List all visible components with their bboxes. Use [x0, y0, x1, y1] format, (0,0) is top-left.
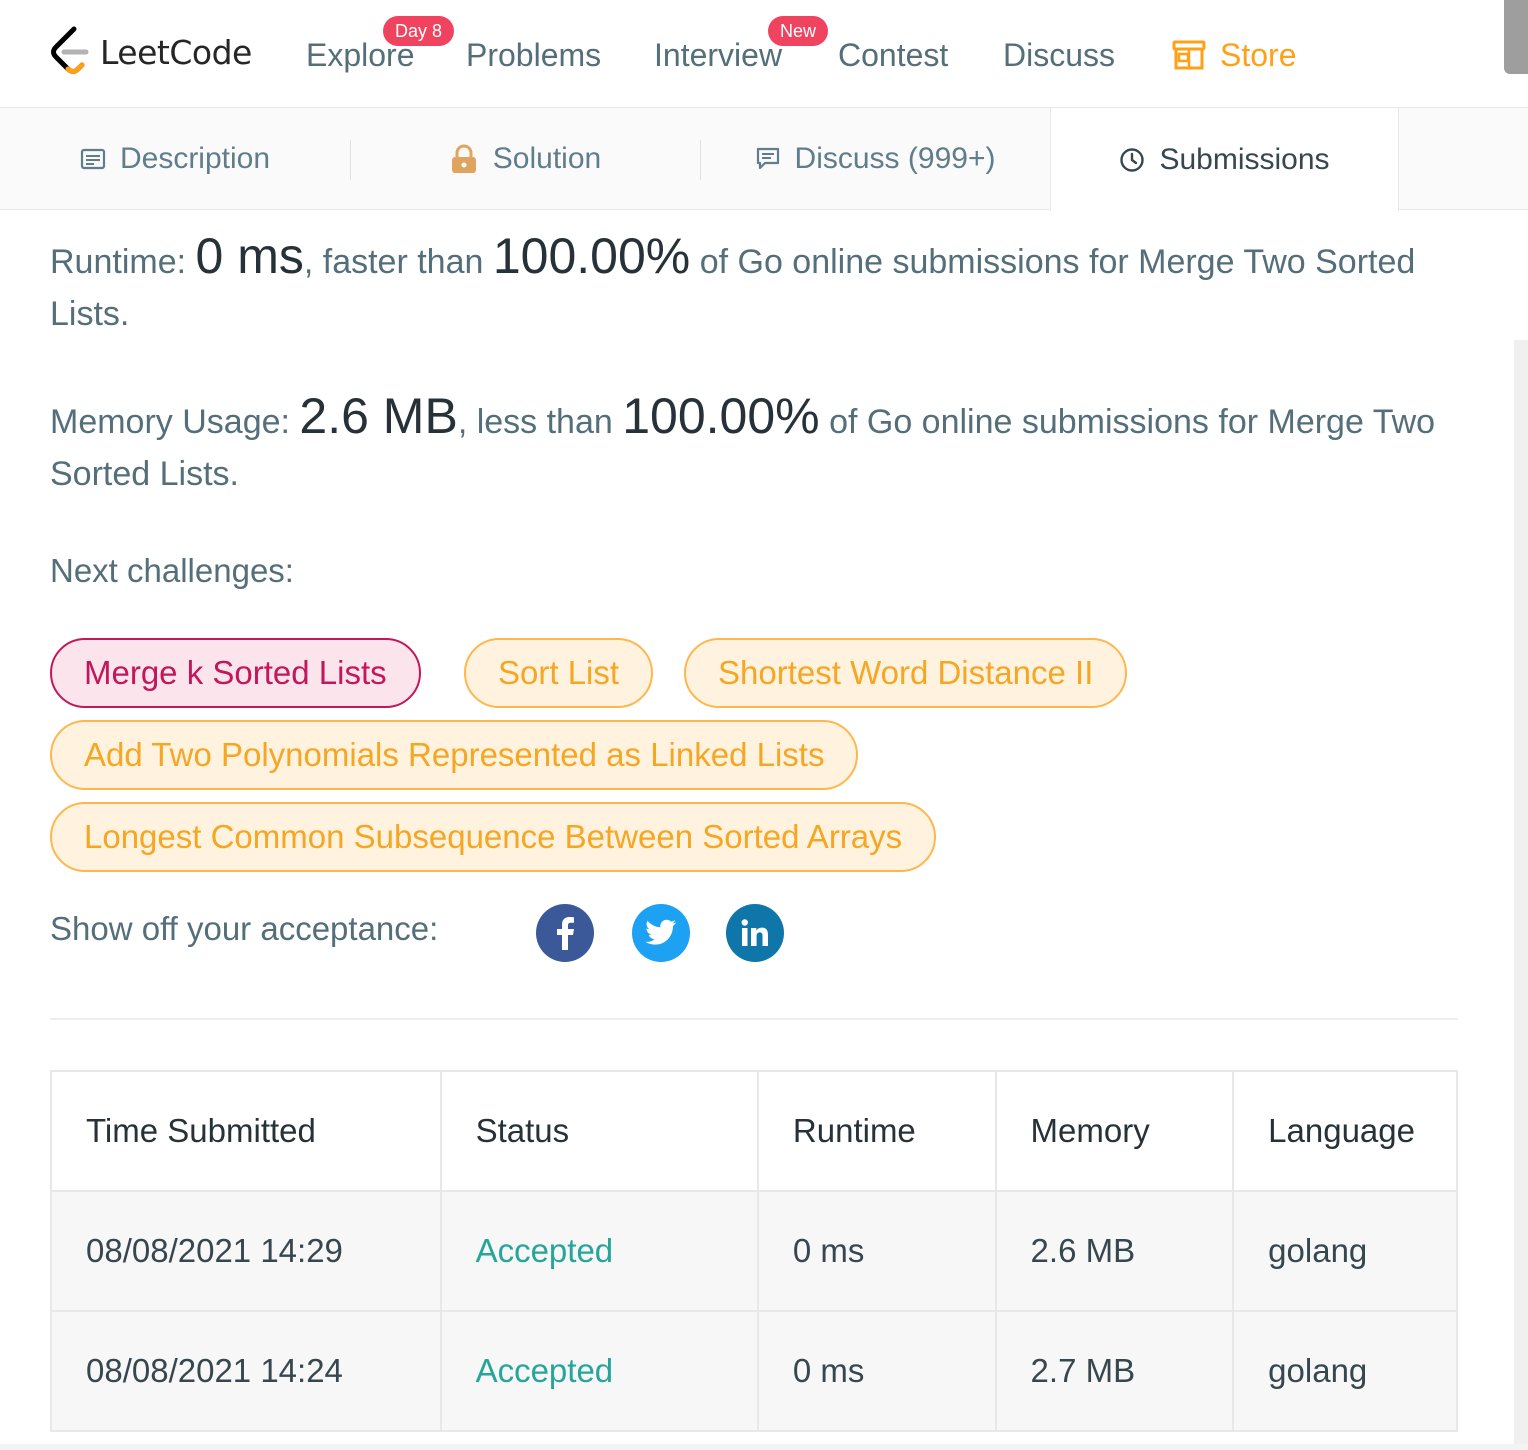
twitter-icon — [645, 919, 676, 945]
memory-mid: , less than — [457, 403, 623, 441]
twitter-share-button[interactable] — [632, 904, 690, 962]
tab-description[interactable]: Description — [0, 108, 350, 210]
challenge-chip[interactable]: Merge k Sorted Lists — [50, 638, 421, 708]
tab-description-label: Description — [119, 142, 271, 175]
cell-runtime: 0 ms — [756, 1310, 997, 1432]
cell-language: golang — [1232, 1310, 1458, 1432]
section-divider — [50, 1018, 1458, 1020]
next-challenges-label: Next challenges: — [50, 552, 294, 589]
cell-memory: 2.6 MB — [994, 1190, 1235, 1312]
cell-status-link[interactable]: Accepted — [439, 1190, 759, 1312]
nav-store-label: Store — [1220, 37, 1297, 73]
cell-memory: 2.7 MB — [994, 1310, 1235, 1432]
tab-solution-label: Solution — [492, 142, 602, 175]
challenge-chip[interactable]: Longest Common Subsequence Between Sorte… — [50, 802, 937, 872]
explore-day-badge: Day 8 — [383, 16, 455, 46]
logo-text: LeetCode — [100, 32, 252, 72]
nav-store[interactable]: Store — [1172, 34, 1296, 76]
cell-time: 08/08/2021 14:24 — [50, 1310, 442, 1432]
runtime-value: 0 ms — [195, 228, 304, 284]
cell-runtime: 0 ms — [756, 1190, 997, 1312]
interview-new-badge: New — [768, 16, 829, 46]
lock-icon — [451, 144, 476, 173]
discuss-icon — [756, 147, 779, 170]
nav-interview[interactable]: Interview — [654, 34, 782, 76]
challenge-chip[interactable]: Sort List — [464, 638, 654, 708]
runtime-mid: , faster than — [303, 243, 493, 281]
facebook-share-button[interactable] — [536, 904, 594, 962]
memory-percentile: 100.00% — [622, 388, 820, 444]
top-navbar: LeetCode Explore Day 8 Problems Intervie… — [0, 0, 1528, 108]
memory-value: 2.6 MB — [299, 388, 458, 444]
column-header-runtime: Runtime — [756, 1070, 997, 1192]
tab-discuss-label: Discuss (999+) — [794, 142, 996, 175]
cell-time: 08/08/2021 14:29 — [50, 1190, 442, 1312]
bottom-border — [0, 1444, 1528, 1450]
table-row[interactable]: 08/08/2021 14:24 Accepted 0 ms 2.7 MB go… — [50, 1310, 1458, 1432]
linkedin-share-button[interactable] — [726, 904, 784, 962]
table-header-row: Time Submitted Status Runtime Memory Lan… — [50, 1070, 1458, 1192]
tab-discuss[interactable]: Discuss (999+) — [700, 108, 1050, 210]
cell-language: golang — [1232, 1190, 1458, 1312]
table-row[interactable]: 08/08/2021 14:29 Accepted 0 ms 2.6 MB go… — [50, 1190, 1458, 1312]
problem-tabs: Description Solution Discuss (999+) Subm… — [0, 108, 1528, 211]
runtime-summary: Runtime: 0 ms, faster than 100.00% of Go… — [50, 230, 1460, 340]
facebook-icon — [557, 917, 574, 950]
nav-discuss[interactable]: Discuss — [1003, 34, 1115, 76]
challenge-chip[interactable]: Add Two Polynomials Represented as Linke… — [50, 720, 859, 790]
leetcode-logo-icon — [51, 26, 89, 74]
description-icon — [80, 148, 106, 170]
column-header-language: Language — [1232, 1070, 1458, 1192]
clock-icon — [1120, 147, 1145, 172]
column-header-status: Status — [439, 1070, 759, 1192]
column-header-time: Time Submitted — [50, 1070, 442, 1192]
nav-problems[interactable]: Problems — [466, 34, 601, 76]
tab-solution[interactable]: Solution — [350, 108, 700, 210]
runtime-percentile: 100.00% — [492, 228, 691, 284]
nav-contest[interactable]: Contest — [838, 34, 948, 76]
store-icon — [1172, 40, 1206, 70]
share-label: Show off your acceptance: — [50, 910, 439, 947]
leetcode-logo[interactable]: LeetCode — [48, 24, 252, 80]
page-scrollbar-thumb[interactable] — [1504, 0, 1528, 74]
runtime-label: Runtime: — [50, 243, 196, 281]
cell-status-link[interactable]: Accepted — [439, 1310, 759, 1432]
memory-summary: Memory Usage: 2.6 MB, less than 100.00% … — [50, 390, 1460, 500]
tab-submissions[interactable]: Submissions — [1050, 108, 1399, 211]
column-header-memory: Memory — [994, 1070, 1235, 1192]
submissions-table: Time Submitted Status Runtime Memory Lan… — [50, 1070, 1458, 1432]
linkedin-icon — [741, 919, 768, 946]
content-scrollbar[interactable] — [1514, 340, 1528, 1450]
challenge-chip[interactable]: Shortest Word Distance II — [684, 638, 1128, 708]
tab-submissions-label: Submissions — [1159, 142, 1330, 176]
memory-label: Memory Usage: — [50, 403, 300, 441]
